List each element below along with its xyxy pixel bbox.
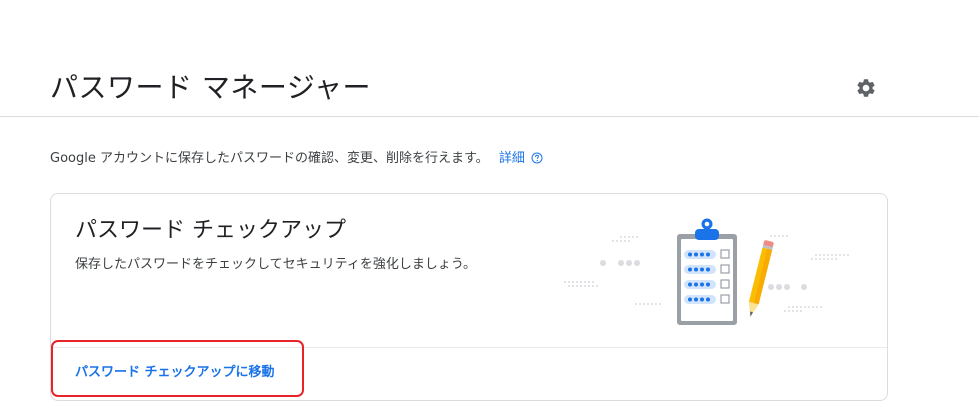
header-divider [0, 116, 979, 117]
checkup-title: パスワード チェックアップ [75, 218, 346, 243]
help-circle-icon [531, 152, 543, 164]
go-to-password-checkup-link[interactable]: パスワード チェックアップに移動 [75, 364, 275, 382]
password-manager-page: パスワード マネージャー Google アカウントに保存したパスワードの確認、変… [0, 0, 979, 405]
gear-icon [857, 79, 875, 97]
password-checkup-card: パスワード チェックアップ 保存したパスワードをチェックしてセキュリティを強化し… [50, 193, 888, 401]
learn-more-link[interactable]: 詳細 [499, 151, 543, 166]
clipboard-checklist-illustration [564, 218, 849, 325]
intro-text: Google アカウントに保存したパスワードの確認、変更、削除を行えます。 [50, 151, 489, 166]
page-title: パスワード マネージャー [50, 71, 371, 104]
checkup-description: 保存したパスワードをチェックしてセキュリティを強化しましょう。 [75, 257, 477, 272]
learn-more-label: 詳細 [498, 151, 525, 166]
settings-button[interactable] [852, 74, 880, 102]
intro-description: Google アカウントに保存したパスワードの確認、変更、削除を行えます。 詳細 [50, 150, 543, 168]
card-divider [51, 347, 887, 348]
